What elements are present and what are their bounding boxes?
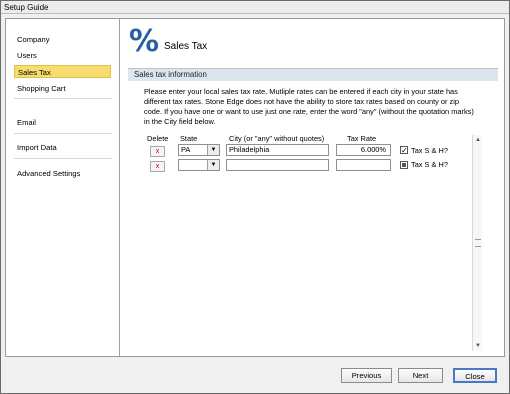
sidebar-divider [14,158,112,159]
window-title: Setup Guide [1,1,509,14]
tax-sh-checkbox[interactable]: ✓ [400,146,408,155]
column-header-tax-rate: Tax Rate [347,134,377,143]
delete-row-button[interactable]: x [150,161,165,172]
delete-row-button[interactable]: x [150,146,165,157]
tax-sh-label: Tax S & H? [411,160,448,169]
setup-guide-window: Setup Guide Company Users Sales Tax Shop… [0,0,510,394]
content-area: % Sales Tax Sales tax information Please… [122,19,504,356]
sidebar-item-email[interactable]: Email [14,116,111,129]
sidebar-item-users[interactable]: Users [14,49,111,62]
sidebar-item-sales-tax[interactable]: Sales Tax [14,65,111,78]
instructions-text: Please enter your local sales tax rate. … [144,87,474,126]
column-header-city: City (or "any" without quotes) [229,134,325,143]
scroll-up-icon[interactable]: ▲ [473,135,483,145]
chevron-down-icon[interactable]: ▼ [207,145,219,155]
column-header-state: State [180,134,198,143]
sidebar-item-company[interactable]: Company [14,33,111,46]
sidebar-divider [14,98,112,99]
tax-rate-field[interactable] [336,159,391,171]
state-select[interactable]: ▼ [178,159,220,171]
sidebar-divider [14,133,112,134]
state-select[interactable]: PA ▼ [178,144,220,156]
close-button[interactable]: Close [453,368,497,383]
sidebar-item-advanced-settings[interactable]: Advanced Settings [14,167,111,180]
scroll-down-icon[interactable]: ▼ [473,341,483,351]
tax-sh-checkbox[interactable] [400,161,408,169]
percent-icon: % [129,24,160,59]
city-field[interactable]: Philadelphia [226,144,329,156]
sidebar: Company Users Sales Tax Shopping Cart Em… [6,19,120,356]
vertical-scrollbar[interactable]: ▲ ▼ [472,135,482,351]
sidebar-item-import-data[interactable]: Import Data [14,141,111,154]
sidebar-item-shopping-cart[interactable]: Shopping Cart [14,82,111,95]
state-value: PA [181,145,191,154]
tax-sh-label: Tax S & H? [411,146,448,155]
main-panel: Company Users Sales Tax Shopping Cart Em… [5,18,505,357]
tax-rate-field[interactable]: 6.000% [336,144,391,156]
page-title: Sales Tax [164,41,208,52]
chevron-down-icon[interactable]: ▼ [207,160,219,170]
scroll-grip-icon[interactable] [475,239,481,247]
section-header: Sales tax information [128,68,498,81]
previous-button[interactable]: Previous [341,368,392,383]
city-field[interactable] [226,159,329,171]
column-header-delete: Delete [147,134,169,143]
next-button[interactable]: Next [398,368,443,383]
